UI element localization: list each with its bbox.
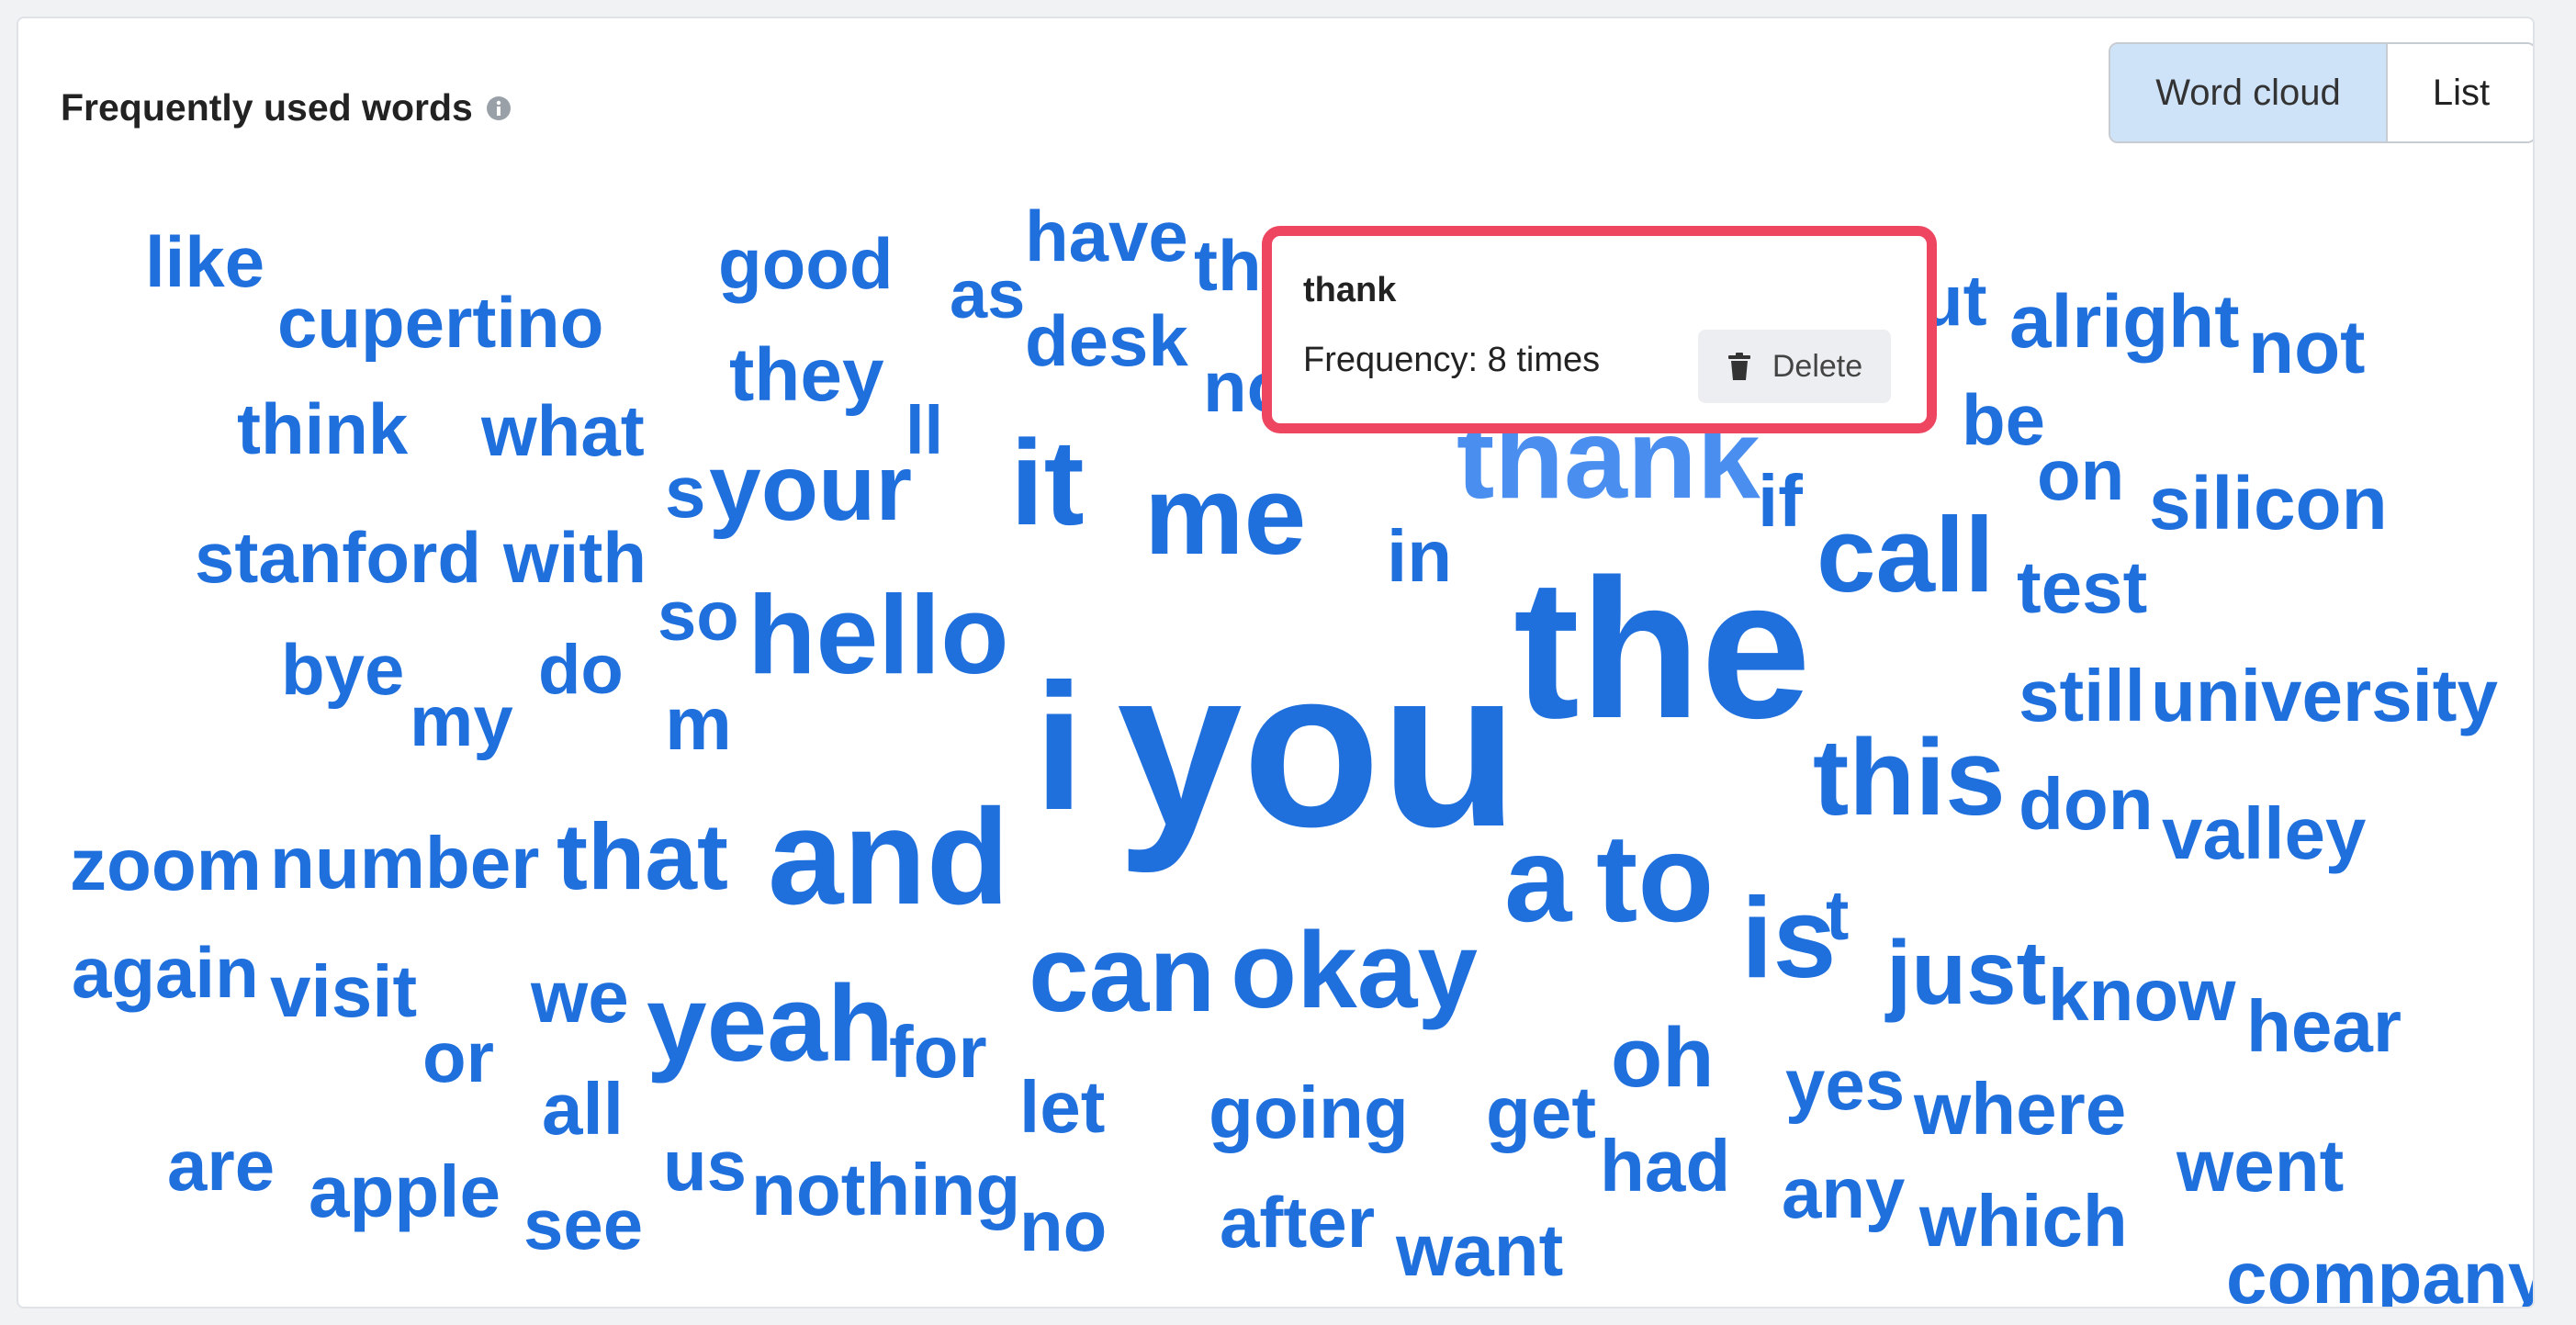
cloud-word[interactable]: s <box>665 455 706 529</box>
cloud-word[interactable]: not <box>2248 310 2365 386</box>
delete-label: Delete <box>1772 348 1863 384</box>
cloud-word[interactable]: my <box>410 685 513 757</box>
cloud-word[interactable]: valley <box>2162 797 2366 870</box>
cloud-word[interactable]: call <box>1817 501 1994 608</box>
cloud-word[interactable]: number <box>270 826 539 900</box>
cloud-word[interactable]: visit <box>270 955 417 1028</box>
cloud-word[interactable]: okay <box>1231 916 1478 1025</box>
word-tooltip: thank Frequency: 8 times Delete <box>1262 226 1937 433</box>
cloud-word[interactable]: that <box>557 810 728 904</box>
cloud-word[interactable]: good <box>718 228 894 299</box>
cloud-word[interactable]: where <box>1914 1072 2126 1146</box>
cloud-word[interactable]: on <box>2037 439 2124 511</box>
cloud-word[interactable]: we <box>531 960 629 1034</box>
cloud-word[interactable]: get <box>1486 1076 1596 1150</box>
cloud-word[interactable]: no <box>1019 1190 1107 1262</box>
cloud-word[interactable]: going <box>1209 1076 1409 1150</box>
cloud-word[interactable]: silicon <box>2149 466 2388 542</box>
delete-button[interactable]: Delete <box>1698 330 1891 403</box>
cloud-word[interactable]: be <box>1962 384 2045 455</box>
cloud-word[interactable]: don <box>2019 768 2154 841</box>
cloud-word[interactable]: yes <box>1785 1049 1905 1120</box>
cloud-word[interactable]: yeah <box>647 970 894 1078</box>
cloud-word[interactable]: still <box>2019 659 2145 733</box>
cloud-word[interactable]: the <box>1513 549 1811 747</box>
cloud-word[interactable]: hello <box>748 578 1009 691</box>
cloud-word[interactable]: and <box>768 790 1009 926</box>
cloud-word[interactable]: have <box>1025 200 1188 272</box>
trash-icon <box>1727 353 1750 380</box>
cloud-word[interactable]: as <box>950 261 1025 329</box>
cloud-word[interactable]: your <box>709 441 912 534</box>
cloud-word[interactable]: th <box>1194 230 1262 301</box>
cloud-word[interactable]: us <box>663 1129 747 1201</box>
cloud-word[interactable]: think <box>237 393 408 465</box>
cloud-word[interactable]: university <box>2151 659 2498 733</box>
cloud-word[interactable]: hear <box>2246 990 2402 1063</box>
cloud-word[interactable]: they <box>729 338 884 413</box>
cloud-word[interactable]: see <box>523 1188 643 1260</box>
cloud-word[interactable]: any <box>1782 1157 1905 1229</box>
cloud-word[interactable]: test <box>2017 551 2147 624</box>
cloud-word[interactable]: bye <box>281 634 404 705</box>
cloud-word[interactable]: all <box>542 1072 624 1146</box>
cloud-word[interactable]: like <box>145 226 264 298</box>
cloud-word[interactable]: you <box>1117 635 1518 861</box>
cloud-word[interactable]: desk <box>1025 305 1188 376</box>
cloud-word[interactable]: is <box>1741 881 1836 995</box>
cloud-word[interactable]: want <box>1396 1214 1563 1287</box>
cloud-word[interactable]: so <box>658 582 739 652</box>
cloud-word[interactable]: in <box>1387 520 1452 593</box>
cloud-word[interactable]: which <box>1919 1185 2128 1258</box>
cloud-word[interactable]: cupertino <box>277 286 603 358</box>
cloud-word[interactable]: to <box>1596 815 1714 940</box>
cloud-word[interactable]: with <box>503 522 647 593</box>
cloud-word[interactable]: stanford <box>195 522 481 593</box>
word-cloud: like cupertino good as have th desk no a… <box>18 18 2533 1307</box>
cloud-word[interactable]: had <box>1600 1129 1730 1203</box>
cloud-word[interactable]: went <box>2177 1129 2344 1203</box>
cloud-word[interactable]: company <box>2226 1241 2533 1308</box>
cloud-word[interactable]: me <box>1144 459 1306 571</box>
cloud-word[interactable]: zoom <box>70 828 262 902</box>
tooltip-frequency: Frequency: 8 times <box>1303 341 1601 379</box>
cloud-word[interactable]: after <box>1220 1186 1375 1258</box>
cloud-word[interactable]: this <box>1813 724 2006 832</box>
cloud-word[interactable]: apple <box>309 1155 501 1229</box>
cloud-word[interactable]: it <box>1010 422 1085 544</box>
cloud-word[interactable]: let <box>1019 1071 1105 1144</box>
cloud-word[interactable]: oh <box>1611 1016 1714 1100</box>
cloud-word[interactable]: know <box>2048 959 2235 1032</box>
cloud-word[interactable]: can <box>1029 920 1215 1028</box>
cloud-word[interactable]: m <box>665 687 732 762</box>
cloud-word[interactable]: nothing <box>751 1153 1020 1227</box>
cloud-word[interactable]: or <box>422 1021 494 1093</box>
cloud-word[interactable]: a <box>1504 819 1571 940</box>
tooltip-word: thank <box>1303 271 1397 309</box>
cloud-word[interactable]: are <box>167 1129 275 1201</box>
cloud-word[interactable]: alright <box>2009 285 2240 360</box>
cloud-word[interactable]: i <box>1034 657 1084 837</box>
cloud-word[interactable]: just <box>1886 927 2046 1017</box>
cloud-word[interactable]: what <box>481 395 645 466</box>
cloud-word[interactable]: do <box>538 635 624 705</box>
cloud-word[interactable]: again <box>72 937 259 1008</box>
frequent-words-panel: Frequently used words Word cloud List li… <box>17 17 2535 1308</box>
cloud-word[interactable]: if <box>1758 465 1803 538</box>
cloud-word[interactable]: for <box>889 1016 987 1089</box>
cloud-word[interactable]: t <box>1826 881 1849 951</box>
